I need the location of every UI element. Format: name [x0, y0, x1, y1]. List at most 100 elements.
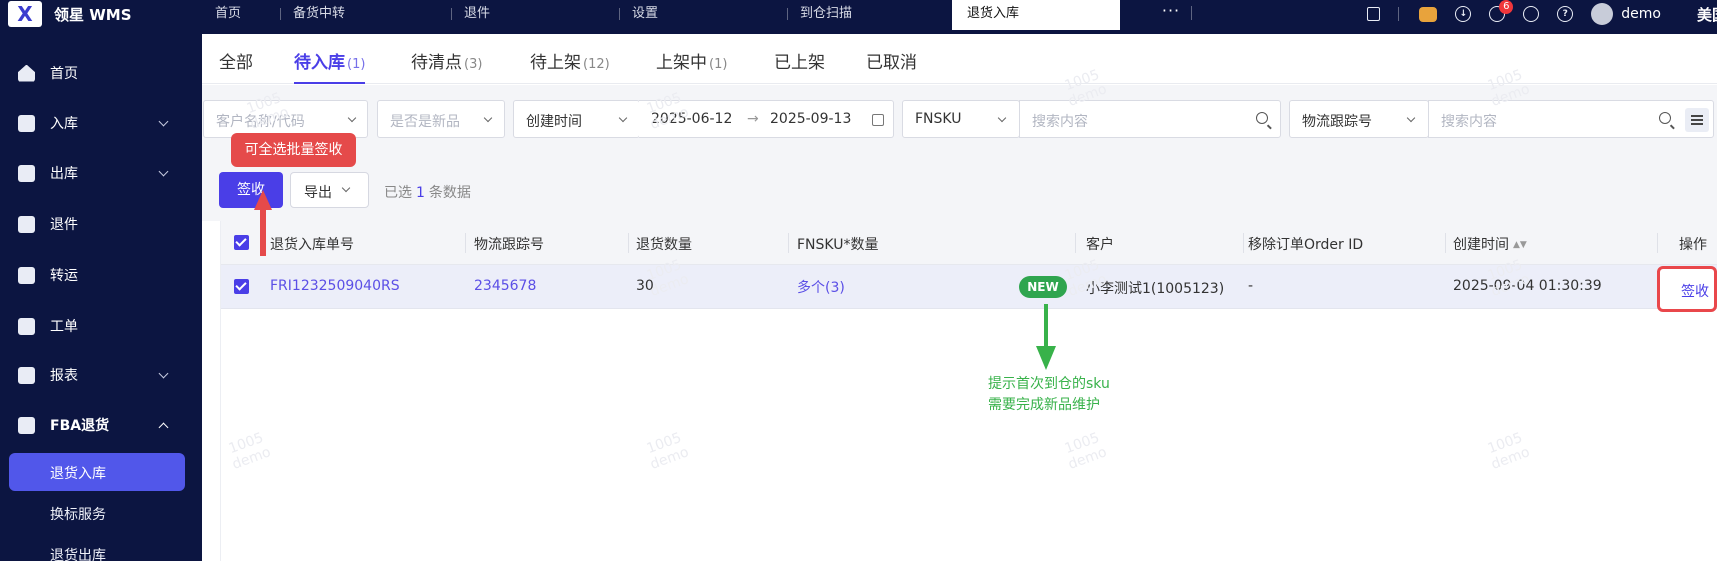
robot-icon[interactable] — [1419, 6, 1438, 22]
chevron-down-icon — [347, 113, 357, 123]
sidebar-item-report[interactable]: 报表 — [0, 354, 202, 396]
green-arrow-icon — [1036, 304, 1056, 370]
row-sign-action[interactable]: 签收 — [1657, 266, 1717, 312]
chevron-down-icon — [341, 183, 351, 193]
top-tab-label: 首页 — [215, 6, 242, 21]
tab-pending-inbound[interactable]: 待入库 (1) — [294, 48, 366, 84]
sidebar-item-label: 报表 — [50, 368, 78, 384]
sidebar-item-label: 首页 — [50, 66, 78, 82]
date-range-picker[interactable]: 2025-06-12 → 2025-09-13 — [639, 100, 894, 138]
selected-count: 1 — [416, 185, 425, 201]
sidebar-subitem-relabel[interactable]: 换标服务 — [50, 504, 106, 524]
user-name[interactable]: demo — [1621, 6, 1661, 22]
tracking-type-select[interactable]: 物流跟踪号 — [1289, 100, 1429, 138]
search-icon[interactable] — [1659, 112, 1671, 124]
help-icon[interactable]: ? — [1557, 6, 1574, 22]
column-settings-icon[interactable] — [1685, 108, 1709, 132]
tab-shelved[interactable]: 已上架 — [774, 48, 825, 84]
export-button[interactable]: 导出 — [290, 172, 369, 208]
th-removal-order-id: 移除订单Order ID — [1248, 237, 1364, 253]
divider — [1657, 233, 1658, 253]
sidebar-item-workorder[interactable]: 工单 — [0, 305, 202, 347]
divider — [1075, 233, 1076, 253]
outbound-icon — [18, 164, 35, 182]
date-start: 2025-06-12 — [651, 111, 733, 127]
top-tab-label: 退货入库 — [967, 6, 1020, 21]
row-sign-link[interactable]: 签收 — [1681, 281, 1709, 301]
region-label[interactable]: 美国 — [1697, 4, 1717, 25]
inbound-icon — [18, 114, 35, 132]
search-input-tracking[interactable]: 搜索内容 — [1428, 100, 1714, 138]
created-time-cell: 2025-09-04 01:30:39 — [1453, 278, 1602, 294]
sku-type-select[interactable]: FNSKU — [902, 100, 1020, 138]
sort-icon[interactable]: ▲▼ — [1513, 240, 1527, 250]
top-tab-returns[interactable]: 退件 — [451, 0, 619, 30]
th-operation: 操作 — [1679, 237, 1707, 253]
tab-shelving[interactable]: 上架中 (1) — [656, 48, 727, 84]
action-bar: 签收 导出 已选 1 条数据 — [202, 155, 1717, 221]
tab-cancelled[interactable]: 已取消 — [866, 48, 917, 84]
select-all-checkbox[interactable] — [234, 235, 249, 250]
sidebar-subitem-return-inbound[interactable]: 退货入库 — [9, 453, 185, 491]
fnsku-multiple-link[interactable]: 多个(3) — [797, 277, 845, 297]
sidebar-item-label: 转运 — [50, 268, 78, 284]
sidebar-item-label: 入库 — [50, 116, 78, 132]
sidebar-item-outbound[interactable]: 出库 — [0, 152, 202, 194]
sidebar-item-fba-return[interactable]: FBA退货 — [0, 404, 202, 446]
search-placeholder: 搜索内容 — [1032, 114, 1088, 130]
sidebar-item-home[interactable]: 首页 — [0, 52, 202, 94]
sidebar-item-returns[interactable]: 退件 — [0, 203, 202, 245]
top-tab-settings[interactable]: 设置 — [619, 0, 787, 30]
tab-all[interactable]: 全部 — [219, 48, 253, 84]
download-icon[interactable]: ↓ — [1455, 6, 1472, 22]
is-new-select[interactable]: 是否是新品 — [377, 100, 505, 138]
workorder-icon — [18, 317, 35, 335]
chevron-down-icon — [1406, 113, 1416, 123]
sidebar-item-label: 工单 — [50, 319, 78, 335]
tab-label: 全部 — [219, 53, 253, 73]
table-row[interactable]: FRI1232509040RS 2345678 30 多个(3) NEW 小李测… — [221, 265, 1717, 309]
search-input-sku[interactable]: 搜索内容 — [1019, 100, 1281, 138]
divider — [465, 233, 466, 253]
row-checkbox[interactable] — [234, 279, 249, 294]
new-sku-note: 提示首次到仓的sku 需要完成新品维护 — [988, 374, 1110, 416]
sidebar-subitem-return-outbound[interactable]: 退货出库 — [50, 545, 106, 565]
date-end: 2025-09-13 — [770, 111, 852, 127]
top-tab-arrival-scan[interactable]: 到仓扫描 — [787, 0, 952, 30]
tab-pending-shelving[interactable]: 待上架 (12) — [530, 48, 610, 84]
top-tab-home[interactable]: 首页 — [202, 0, 280, 30]
sidebar-item-label: 出库 — [50, 166, 78, 182]
tab-label: 待入库 — [294, 53, 345, 73]
return-icon — [18, 215, 35, 233]
return-qty: 30 — [636, 278, 654, 294]
th-created[interactable]: 创建时间 ▲▼ — [1453, 234, 1527, 254]
printer-icon[interactable] — [1367, 7, 1381, 21]
top-tab-return-inbound[interactable]: 退货入库 — [952, 0, 1120, 30]
removal-order-id-cell: - — [1248, 278, 1254, 294]
red-arrow-icon — [254, 190, 272, 256]
top-tab-stock-transfer[interactable]: 备货中转 — [280, 0, 451, 30]
avatar[interactable] — [1591, 3, 1614, 25]
tab-label: 待清点 — [411, 53, 462, 73]
tracking-link[interactable]: 2345678 — [474, 278, 536, 294]
chevron-down-icon — [158, 368, 169, 378]
th-tracking: 物流跟踪号 — [474, 237, 544, 253]
order-no-link[interactable]: FRI1232509040RS — [270, 278, 400, 294]
sign-button[interactable]: 签收 — [219, 172, 283, 208]
gear-icon[interactable] — [1523, 6, 1540, 22]
search-icon[interactable] — [1256, 112, 1268, 124]
time-type-select[interactable]: 创建时间 — [513, 100, 640, 138]
chevron-up-icon — [158, 422, 169, 432]
is-new-placeholder: 是否是新品 — [390, 114, 460, 130]
bell-icon[interactable]: 6 — [1489, 0, 1514, 22]
tab-count: (3) — [464, 57, 483, 72]
more-tabs-icon[interactable]: ··· — [1152, 0, 1190, 28]
sidebar-item-transfer[interactable]: 转运 — [0, 254, 202, 296]
transfer-icon — [18, 266, 35, 284]
app-logo[interactable]: X 领星 WMS — [8, 0, 132, 28]
divider — [788, 233, 789, 253]
notification-badge: 6 — [1499, 0, 1514, 14]
sidebar-item-inbound[interactable]: 入库 — [0, 102, 202, 144]
return-inbound-table: 退货入库单号 物流跟踪号 退货数量 FNSKU*数量 客户 移除订单Order … — [220, 221, 1717, 561]
tab-pending-count[interactable]: 待清点 (3) — [411, 48, 482, 84]
